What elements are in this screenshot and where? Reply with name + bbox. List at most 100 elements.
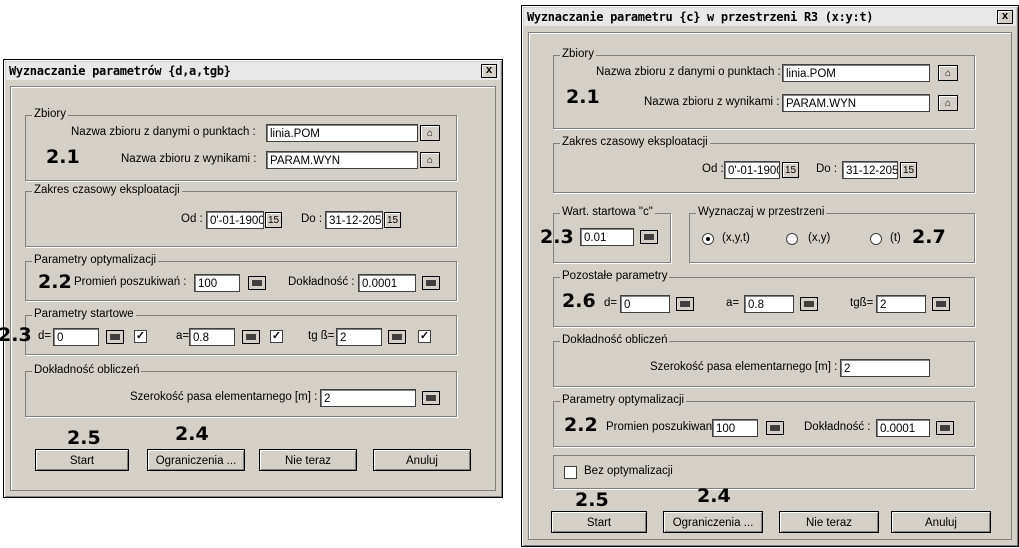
radio-xy[interactable] — [786, 233, 798, 245]
calculator-icon[interactable] — [388, 330, 406, 344]
browse-folder-icon[interactable]: ⌂ — [420, 152, 440, 168]
radio-xyt[interactable] — [702, 233, 714, 245]
od-date-field[interactable]: 0'-01-1900 — [724, 161, 780, 179]
calendar-icon[interactable]: 15 — [782, 162, 799, 178]
annotation-2-5: 2.5 — [575, 489, 609, 511]
calculator-icon[interactable] — [422, 391, 440, 405]
radio-t[interactable] — [870, 233, 882, 245]
calculator-icon[interactable] — [106, 330, 124, 344]
calculator-icon[interactable] — [676, 297, 694, 311]
a-label: a= — [176, 330, 190, 342]
calculator-icon[interactable] — [422, 276, 440, 290]
group-zakres-legend: Zakres czasowy eksploatacji — [560, 136, 710, 148]
group-dokladnosc-obliczen: Dokładność obliczeń Szerokość pasa eleme… — [25, 364, 457, 417]
browse-folder-icon[interactable]: ⌂ — [420, 125, 440, 141]
bez-optymalizacji-checkbox[interactable] — [564, 466, 577, 479]
start-button[interactable]: Start — [35, 449, 129, 471]
dialog-body: Zbiory Nazwa zbioru z danymi o punktach … — [0, 86, 496, 491]
anuluj-button[interactable]: Anuluj — [891, 511, 991, 533]
calculator-icon[interactable] — [248, 276, 266, 290]
strip-width-field[interactable]: 2 — [840, 359, 930, 377]
close-button[interactable]: x — [997, 10, 1013, 24]
calendar-icon[interactable]: 15 — [384, 212, 401, 228]
calculator-icon[interactable] — [242, 330, 260, 344]
group-dokl-legend: Dokładność obliczeń — [560, 334, 670, 346]
group-parametry-startowe: Parametry startowe 2.3 d= 0 ✓ a= 0.8 ✓ t… — [0, 308, 457, 355]
radio-xyt-label: (x,y,t) — [722, 232, 750, 244]
radius-label: Promień poszukiwań : — [74, 276, 187, 288]
annotation-2-3: 2.3 — [540, 226, 574, 248]
calculator-icon[interactable] — [932, 297, 950, 311]
strip-width-field[interactable]: 2 — [320, 389, 416, 407]
do-date-field[interactable]: 31-12-2050 — [842, 161, 898, 179]
group-zakres-legend: Zakres czasowy eksploatacji — [32, 184, 182, 196]
tg-checkbox[interactable]: ✓ — [418, 330, 431, 343]
accuracy-field[interactable]: 0.0001 — [876, 419, 930, 437]
browse-folder-icon[interactable]: ⌂ — [938, 95, 958, 111]
a-field[interactable]: 0.8 — [744, 295, 794, 313]
ograniczenia-button[interactable]: Ograniczenia ... — [663, 511, 763, 533]
calculator-icon[interactable] — [766, 421, 784, 435]
strip-width-label: Szerokość pasa elementarnego [m] : — [650, 361, 838, 373]
nie-teraz-button[interactable]: Nie teraz — [259, 449, 357, 471]
dialog-parametr-c: Wyznaczanie parametru {c} w przestrzeni … — [521, 5, 1019, 547]
group-zbiory-legend: Zbiory — [32, 108, 68, 120]
nie-teraz-button[interactable]: Nie teraz — [779, 511, 879, 533]
calendar-icon[interactable]: 15 — [900, 162, 917, 178]
od-label: Od : — [702, 163, 724, 175]
group-opt-legend: Parametry optymalizacji — [32, 254, 159, 266]
close-button[interactable]: x — [481, 64, 497, 78]
radio-xy-label: (x,y) — [808, 232, 831, 244]
d-checkbox[interactable]: ✓ — [134, 330, 147, 343]
group-wyzn-legend: Wyznaczaj w przestrzeni — [696, 206, 827, 218]
od-label: Od : — [181, 213, 203, 225]
group-bez-optymalizacji: Bez optymalizacji — [553, 455, 975, 489]
od-date-field[interactable]: 0'-01-1900 — [206, 211, 264, 229]
strip-width-label: Szerokość pasa elementarnego [m] : — [130, 391, 318, 403]
radius-field[interactable]: 100 — [712, 419, 758, 437]
annotation-2-1: 2.1 — [566, 86, 600, 108]
annotation-2-2: 2.2 — [38, 271, 72, 293]
calculator-icon[interactable] — [936, 421, 954, 435]
a-field[interactable]: 0.8 — [189, 328, 235, 346]
group-zbiory: Zbiory Nazwa zbioru z danymi o punktach … — [553, 48, 975, 129]
start-button[interactable]: Start — [551, 511, 647, 533]
accuracy-label: Dokładność : — [804, 421, 871, 433]
tg-field[interactable]: 2 — [336, 328, 382, 346]
calculator-icon[interactable] — [800, 297, 818, 311]
annotation-2-2: 2.2 — [564, 414, 598, 436]
radius-field[interactable]: 100 — [194, 274, 240, 292]
calculator-icon[interactable] — [640, 230, 658, 244]
output-file-field[interactable]: PARAM.WYN — [266, 151, 418, 169]
browse-folder-icon[interactable]: ⌂ — [938, 65, 958, 81]
d-field[interactable]: 0 — [53, 328, 99, 346]
group-poz-legend: Pozostałe parametry — [560, 270, 670, 282]
group-parametry-optymalizacji: Parametry optymalizacji 2.2 Promien posz… — [553, 394, 975, 447]
do-date-field[interactable]: 31-12-2050 — [325, 211, 383, 229]
do-label: Do : — [301, 213, 323, 225]
group-parametry-optymalizacji: Parametry optymalizacji 2.2 Promień posz… — [25, 254, 457, 301]
accuracy-field[interactable]: 0.0001 — [358, 274, 416, 292]
calendar-icon[interactable]: 15 — [265, 212, 282, 228]
group-zakres-czasowy: Zakres czasowy eksploatacji Od : 0'-01-1… — [25, 184, 457, 247]
tg-field[interactable]: 2 — [876, 295, 926, 313]
d-label: d= — [604, 297, 618, 309]
d-field[interactable]: 0 — [620, 295, 670, 313]
anuluj-button[interactable]: Anuluj — [373, 449, 471, 471]
group-wart-legend: Wart. startowa "c" — [560, 206, 655, 218]
output-file-field[interactable]: PARAM.WYN — [782, 94, 930, 112]
dialog-title: Wyznaczanie parametrów {d,a,tgb} — [9, 64, 231, 78]
input-file-field[interactable]: linia.POM — [782, 64, 930, 82]
accuracy-label: Dokładność : — [288, 276, 355, 288]
input-file-field[interactable]: linia.POM — [266, 124, 418, 142]
c-start-field[interactable]: 0.01 — [580, 228, 634, 246]
group-dokladnosc-obliczen: Dokładność obliczeń Szerokość pasa eleme… — [553, 334, 975, 387]
group-pozostale-parametry: Pozostałe parametry 2.6 d= 0 a= 0.8 tgß=… — [553, 270, 975, 327]
annotation-2-1: 2.1 — [46, 146, 80, 168]
dialog-body: Zbiory Nazwa zbioru z danymi o punktach … — [528, 32, 1012, 540]
group-opt-legend: Parametry optymalizacji — [560, 394, 687, 406]
a-checkbox[interactable]: ✓ — [270, 330, 283, 343]
dialog-parametry-d-a-tgb: Wyznaczanie parametrów {d,a,tgb} x Zbior… — [0, 59, 503, 498]
annotation-2-6: 2.6 — [562, 290, 596, 312]
ograniczenia-button[interactable]: Ograniczenia ... — [147, 449, 245, 471]
